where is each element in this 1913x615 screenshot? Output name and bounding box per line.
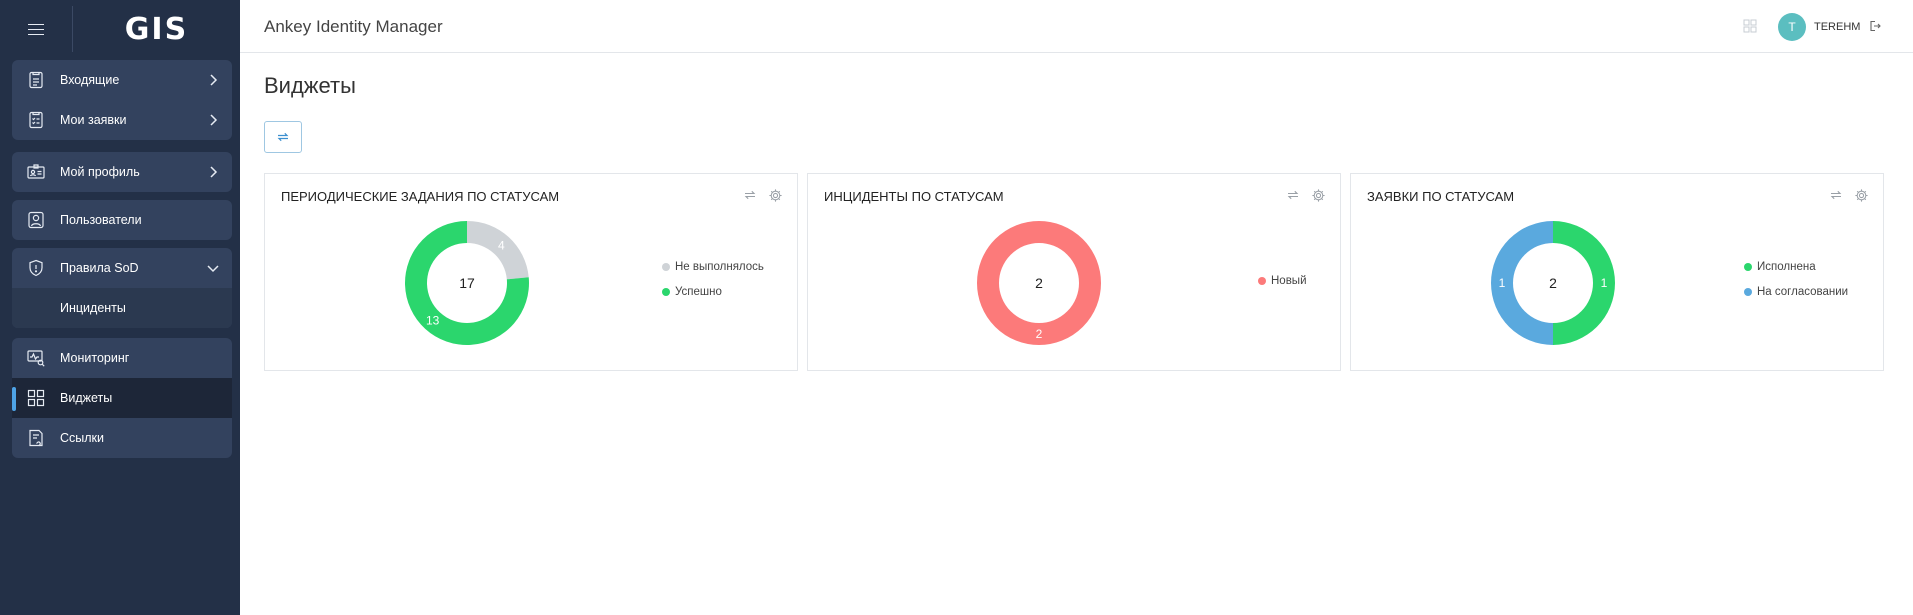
sidebar-subitem-incidents[interactable]: Инциденты [12,288,232,328]
chart-legend: Исполнена На согласовании [1744,260,1848,310]
widget-periodic-tasks: ПЕРИОДИЧЕСКИЕ ЗАДАНИЯ ПО СТАТУСАМ 4 13 17 … [264,173,798,371]
app-title: Ankey Identity Manager [264,17,443,36]
sidebar-item-links[interactable]: Ссылки [12,418,232,458]
donut-total-label: 2 [1035,275,1043,291]
page-title: Виджеты [264,73,356,98]
legend-item[interactable]: Успешно [662,285,764,298]
shield-icon [29,259,43,277]
widget-requests: ЗАЯВКИ ПО СТАТУСАМ 1 1 2 Исполнена На согл… [1350,173,1884,371]
sidebar: GIS Входящие Мои заявки Мой профиль Поль… [0,0,240,615]
legend-item[interactable]: На согласовании [1744,285,1848,298]
apps-grid-icon[interactable] [1743,19,1757,33]
refresh-icon[interactable] [1286,188,1300,202]
legend-item[interactable]: Не выполнялось [662,260,764,273]
sidebar-group-users: Пользователи [12,200,232,240]
slice-value-label: 4 [498,238,505,252]
app-root: GIS Входящие Мои заявки Мой профиль Поль… [0,0,1913,615]
legend-dot [662,287,670,296]
sidebar-item-sod-rules[interactable]: Правила SoD [12,248,232,288]
widget-title: ПЕРИОДИЧЕСКИЕ ЗАДАНИЯ ПО СТАТУСАМ [281,189,560,204]
sidebar-group-monitoring: Мониторинг Виджеты Ссылки [12,338,232,458]
top-header: Ankey Identity Manager T TEREHM [240,0,1913,53]
widget-incidents: ИНЦИДЕНТЫ ПО СТАТУСАМ 22 Новый [807,173,1341,371]
legend-dot [1744,287,1752,296]
id-card-icon [27,164,45,179]
monitor-search-icon [27,350,45,367]
sidebar-subitem-label: Инциденты [60,301,126,315]
sidebar-item-label: Виджеты [60,391,113,405]
legend-dot [1744,262,1752,271]
slice-value-label: 2 [1036,327,1043,341]
donut-chart: 4 13 17 [405,221,529,345]
donut-chart: 22 [977,221,1101,345]
sidebar-item-label: Мониторинг [60,351,130,365]
gear-icon[interactable] [1311,188,1326,203]
widget-title: ЗАЯВКИ ПО СТАТУСАМ [1367,189,1515,204]
sidebar-item-widgets[interactable]: Виджеты [12,378,232,418]
legend-dot [662,262,670,271]
gear-icon[interactable] [1854,188,1869,203]
sidebar-item-my-profile[interactable]: Мой профиль [12,152,232,192]
legend-item[interactable]: Исполнена [1744,260,1848,273]
active-indicator [12,387,16,411]
username[interactable]: TEREHM [1814,21,1860,33]
chart-legend: Новый [1258,274,1307,299]
sidebar-item-inbox[interactable]: Входящие [12,60,232,100]
widget-title: ИНЦИДЕНТЫ ПО СТАТУСАМ [824,189,1004,204]
clipboard-list-icon [29,111,43,129]
legend-label: Успешно [675,285,722,298]
sidebar-header: GIS [0,0,240,58]
sidebar-item-label: Правила SoD [60,261,139,275]
grid-icon [27,389,45,407]
sidebar-item-users[interactable]: Пользователи [12,200,232,240]
logout-icon[interactable] [1869,20,1881,32]
sidebar-item-label: Ссылки [60,431,105,445]
slice-value-label: 1 [1601,276,1608,290]
legend-label: Не выполнялось [675,260,764,273]
donut-chart: 1 1 2 [1491,221,1615,345]
hamburger-icon [28,23,44,35]
avatar[interactable]: T [1778,13,1806,41]
chart-legend: Не выполнялось Успешно [662,260,764,310]
refresh-all-button[interactable] [264,121,302,153]
legend-label: Исполнена [1757,260,1816,273]
donut-total-label: 17 [459,275,475,291]
donut-total-label: 2 [1549,275,1557,291]
menu-toggle-button[interactable] [0,0,72,58]
document-link-icon [29,429,43,447]
slice-value-label: 13 [426,314,440,328]
inbox-icon [29,71,43,89]
sidebar-group-sod: Правила SoD Инциденты [12,248,232,328]
legend-label: На согласовании [1757,285,1849,298]
legend-label: Новый [1271,274,1307,287]
sidebar-item-label: Мой профиль [60,165,140,179]
refresh-icon [277,132,289,142]
legend-item[interactable]: Новый [1258,274,1307,287]
sidebar-group-profile: Мой профиль [12,152,232,192]
chevron-right-icon [210,74,218,86]
sidebar-item-label: Входящие [60,73,120,87]
sidebar-item-monitoring[interactable]: Мониторинг [12,338,232,378]
sidebar-item-label: Пользователи [60,213,142,227]
user-icon [28,211,44,229]
chevron-down-icon [207,265,219,273]
gear-icon[interactable] [768,188,783,203]
refresh-icon[interactable] [743,188,757,202]
sidebar-item-my-requests[interactable]: Мои заявки [12,100,232,140]
legend-dot [1258,276,1266,285]
chevron-right-icon [210,166,218,178]
refresh-icon[interactable] [1829,188,1843,202]
gis-logo: GIS [124,11,189,47]
chevron-right-icon [210,114,218,126]
sidebar-item-label: Мои заявки [60,113,127,127]
slice-value-label: 1 [1499,276,1506,290]
sidebar-group-requests: Входящие Мои заявки [12,60,232,140]
